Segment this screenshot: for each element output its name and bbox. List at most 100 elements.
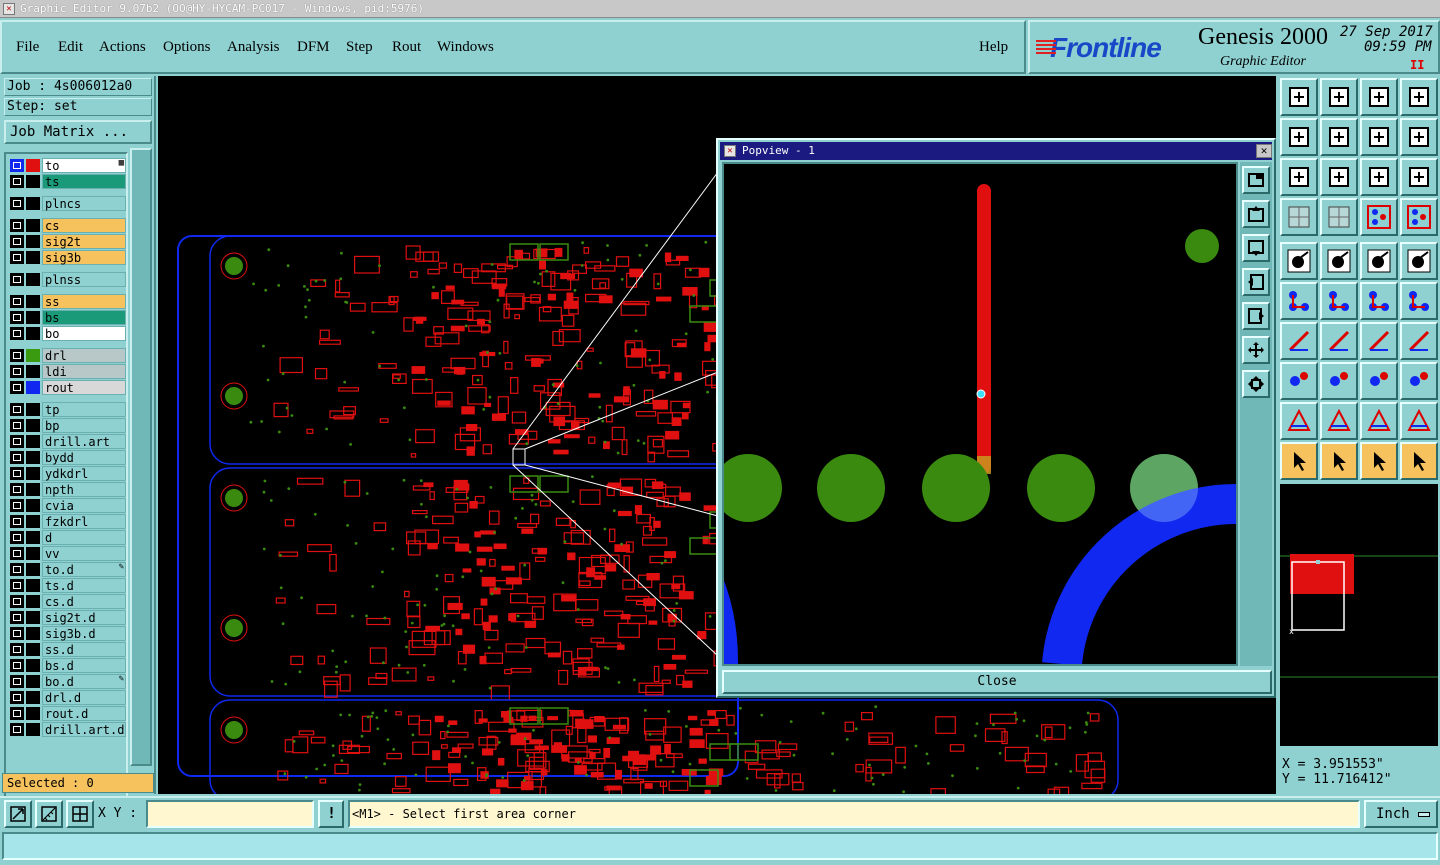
layer-name[interactable]: bo.d xyxy=(42,674,126,689)
move-pad-button[interactable] xyxy=(1360,282,1398,320)
layer-name[interactable]: cs.d xyxy=(42,594,126,609)
delete-node-button[interactable] xyxy=(1320,282,1358,320)
layer-checkbox[interactable] xyxy=(10,451,24,464)
layer-color-swatch[interactable] xyxy=(26,327,40,340)
layer-row-rout-d[interactable]: rout.d xyxy=(8,706,126,721)
layer-checkbox[interactable] xyxy=(10,295,24,308)
zoom-fit-button[interactable] xyxy=(1280,158,1318,196)
layer-checkbox[interactable] xyxy=(10,563,24,576)
layer-checkbox[interactable] xyxy=(10,365,24,378)
pad-pair-button[interactable] xyxy=(1280,362,1318,400)
layer-row-bydd[interactable]: bydd xyxy=(8,450,126,465)
layer-color-swatch[interactable] xyxy=(26,235,40,248)
triangle4-button[interactable] xyxy=(1400,402,1438,440)
overview-minimap[interactable]: x xyxy=(1280,484,1438,746)
layer-row-plncs[interactable]: plncs xyxy=(8,196,126,211)
layer-name[interactable]: fzkdrl xyxy=(42,514,126,529)
layer-color-swatch[interactable] xyxy=(26,349,40,362)
layer-checkbox[interactable] xyxy=(10,707,24,720)
menu-rout[interactable]: Rout xyxy=(392,39,421,56)
layer-row-d[interactable]: d xyxy=(8,530,126,545)
connect-button[interactable] xyxy=(1280,282,1318,320)
ruler-button[interactable] xyxy=(1360,242,1398,280)
layer-color-swatch[interactable] xyxy=(26,547,40,560)
layer-color-swatch[interactable] xyxy=(26,675,40,688)
layer-checkbox[interactable] xyxy=(10,611,24,624)
layer-row-ydkdrl[interactable]: ydkdrl xyxy=(8,466,126,481)
layer-checkbox[interactable] xyxy=(10,547,24,560)
layer-color-swatch[interactable] xyxy=(26,467,40,480)
zoom-area-button[interactable] xyxy=(4,800,32,828)
layer-color-swatch[interactable] xyxy=(26,197,40,210)
layer-row-drill-art[interactable]: drill.art xyxy=(8,434,126,449)
home-down-button[interactable] xyxy=(1320,78,1358,116)
layer-color-swatch[interactable] xyxy=(26,627,40,640)
layer-name[interactable]: plncs xyxy=(42,196,126,211)
layer-color-swatch[interactable] xyxy=(26,483,40,496)
layer-name[interactable]: to xyxy=(42,158,126,173)
job-matrix-button[interactable]: Job Matrix ... xyxy=(4,120,152,144)
zoom-center-button[interactable] xyxy=(1320,158,1358,196)
triangle3-button[interactable] xyxy=(1360,402,1398,440)
layer-list-scrollbar[interactable] xyxy=(130,148,152,766)
layer-checkbox[interactable] xyxy=(10,435,24,448)
scale-1-2-button[interactable] xyxy=(1360,158,1398,196)
layer-row-ts[interactable]: ts xyxy=(8,174,126,189)
layer-checkbox[interactable] xyxy=(10,349,24,362)
layer-row-ss-d[interactable]: ss.d xyxy=(8,642,126,657)
menu-analysis[interactable]: Analysis xyxy=(227,39,280,56)
layer-color-swatch[interactable] xyxy=(26,723,40,736)
popview-pan-left-button[interactable] xyxy=(1242,268,1270,296)
layer-checkbox[interactable] xyxy=(10,327,24,340)
layer-color-swatch[interactable] xyxy=(26,691,40,704)
layer-row-to[interactable]: to ▦ xyxy=(8,158,126,173)
layer-name[interactable]: ss xyxy=(42,294,126,309)
popview-canvas[interactable] xyxy=(722,162,1238,666)
layer-color-swatch[interactable] xyxy=(26,175,40,188)
measure-button[interactable] xyxy=(35,800,63,828)
window-split-button[interactable] xyxy=(1400,78,1438,116)
layer-row-bs[interactable]: bs xyxy=(8,310,126,325)
layer-name[interactable]: bp xyxy=(42,418,126,433)
layer-row-plnss[interactable]: plnss xyxy=(8,272,126,287)
home-button[interactable] xyxy=(1360,78,1398,116)
layer-checkbox[interactable] xyxy=(10,175,24,188)
layer-row-ss[interactable]: ss xyxy=(8,294,126,309)
swap-button[interactable] xyxy=(1360,118,1398,156)
layer-checkbox[interactable] xyxy=(10,627,24,640)
popview-pan-right-button[interactable] xyxy=(1242,302,1270,330)
menu-windows[interactable]: Windows xyxy=(437,39,494,56)
layer-name[interactable]: bs.d xyxy=(42,658,126,673)
layer-name[interactable]: ydkdrl xyxy=(42,466,126,481)
pointer-box-button[interactable] xyxy=(1320,442,1358,480)
layer-checkbox[interactable] xyxy=(10,381,24,394)
layer-row-rout[interactable]: rout xyxy=(8,380,126,395)
layer-color-swatch[interactable] xyxy=(26,659,40,672)
layer-row-cs[interactable]: cs xyxy=(8,218,126,233)
layer-color-swatch[interactable] xyxy=(26,611,40,624)
menu-edit[interactable]: Edit xyxy=(58,39,83,56)
flip-button[interactable] xyxy=(1400,322,1438,360)
layer-name[interactable]: to.d xyxy=(42,562,126,577)
layer-name[interactable]: plnss xyxy=(42,272,126,287)
layer-checkbox[interactable] xyxy=(10,515,24,528)
layer-color-swatch[interactable] xyxy=(26,435,40,448)
pad-group-button[interactable] xyxy=(1400,362,1438,400)
layer-color-swatch[interactable] xyxy=(26,579,40,592)
layer-name[interactable]: vv xyxy=(42,546,126,561)
pointer-button[interactable] xyxy=(1280,442,1318,480)
layer-name[interactable]: ss.d xyxy=(42,642,126,657)
arc-button[interactable] xyxy=(1360,322,1398,360)
layer-name[interactable]: cvia xyxy=(42,498,126,513)
layer-name[interactable]: ts.d xyxy=(42,578,126,593)
layer-checkbox[interactable] xyxy=(10,691,24,704)
menu-step[interactable]: Step xyxy=(346,39,373,56)
layer-name[interactable]: drill.art.d xyxy=(42,722,126,737)
alert-button[interactable]: ! xyxy=(318,800,344,828)
triangle-button[interactable] xyxy=(1280,402,1318,440)
tool-settings-button[interactable] xyxy=(1280,198,1318,236)
menu-actions[interactable]: Actions xyxy=(99,39,146,56)
menu-options[interactable]: Options xyxy=(163,39,211,56)
layer-name[interactable]: drl xyxy=(42,348,126,363)
draw-line-button[interactable] xyxy=(1280,322,1318,360)
